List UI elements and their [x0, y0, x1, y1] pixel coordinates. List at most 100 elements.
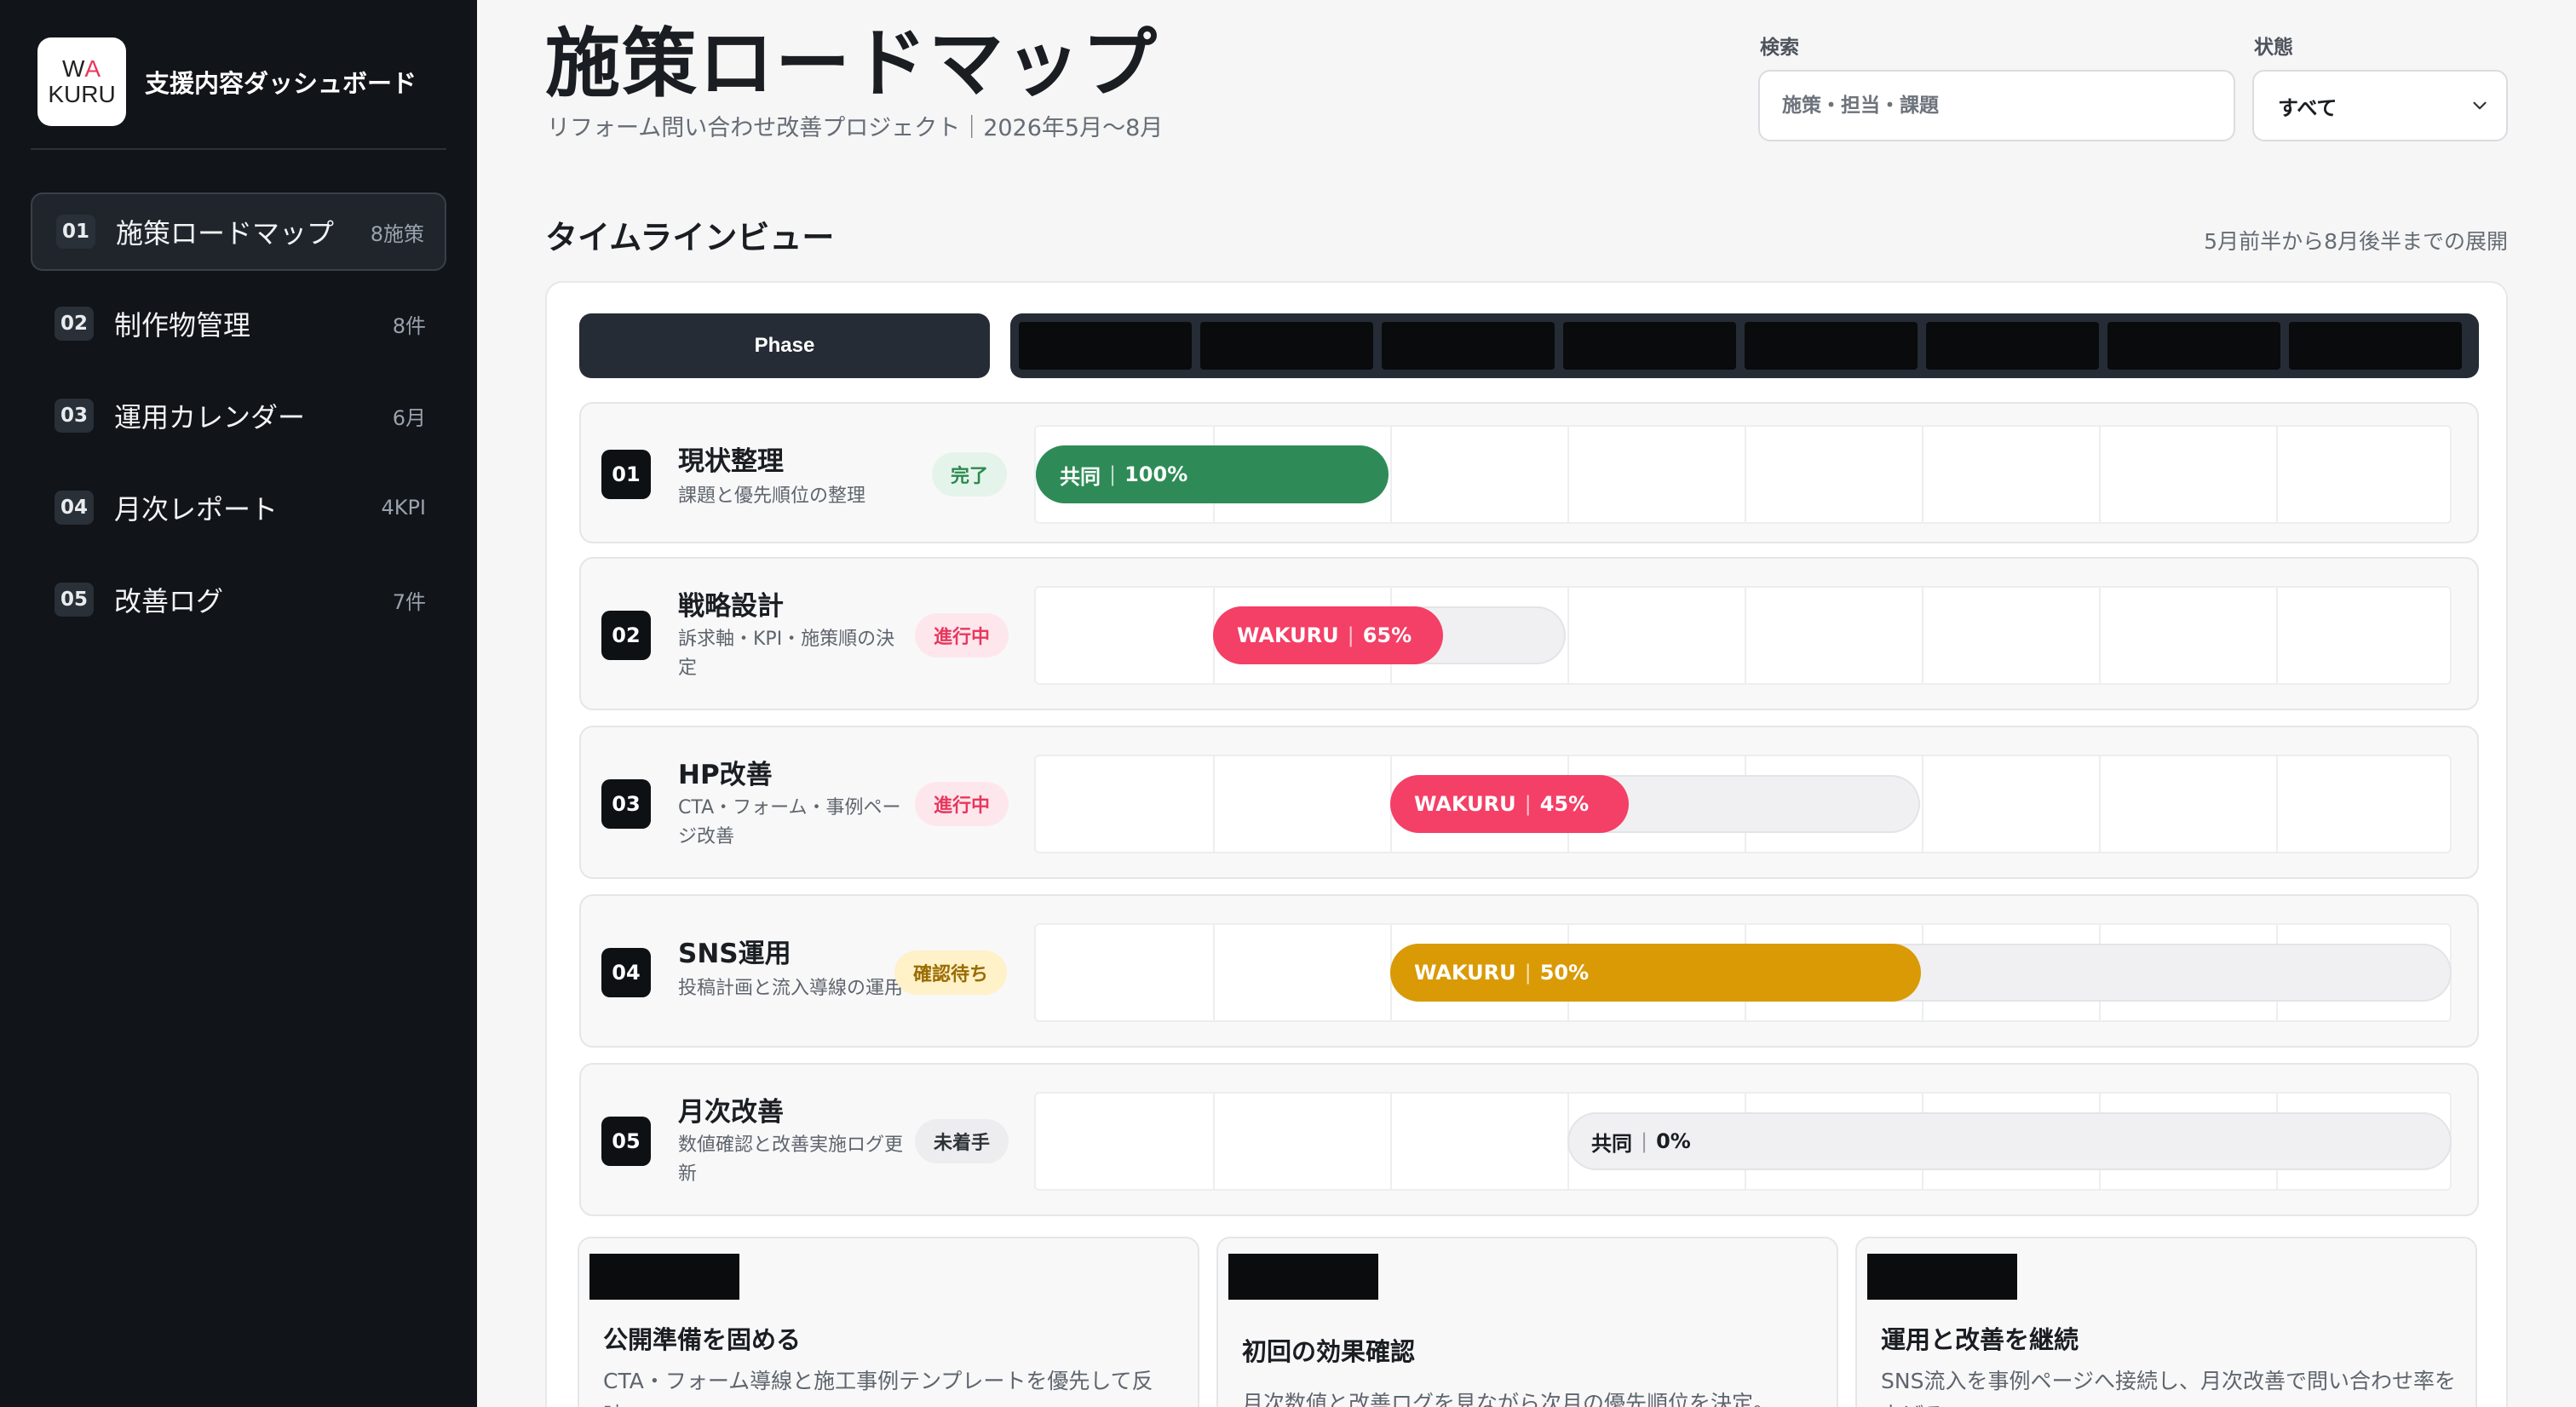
nav-count: 7件	[392, 589, 426, 614]
nav-count: 8件	[392, 313, 426, 338]
brand[interactable]: WA KURU 支援内容ダッシュボード	[37, 37, 417, 126]
progress-label: 45%	[1539, 792, 1590, 816]
summary-text: 月次数値と改善ログを見ながら次月の優先順位を決定。	[1242, 1391, 1775, 1407]
nav-number: 02	[55, 307, 94, 341]
summary-title: 初回の効果確認	[1242, 1337, 1416, 1366]
progress-track[interactable]: WAKURU | 45%	[1390, 775, 1920, 833]
summary-text: CTA・フォーム導線と施工事例テンプレートを優先して反映。	[603, 1369, 1153, 1407]
progress-fill: WAKURU | 50%	[1390, 944, 1921, 1002]
timeline-row[interactable]: 05 月次改善 数値確認と改善実施ログ更新 未着手 共同 | 0%	[579, 1063, 2479, 1216]
timeline-row[interactable]: 01 現状整理 課題と優先順位の整理 完了 共同 | 100%	[579, 402, 2479, 543]
separator: |	[1109, 462, 1117, 486]
search-label: 検索	[1760, 37, 1799, 59]
grid-line	[2099, 756, 2101, 852]
grid-line	[1567, 427, 1569, 522]
grid-line	[1745, 427, 1746, 522]
month-header-cell	[2289, 322, 2462, 370]
status-badge: 進行中	[915, 613, 1009, 658]
timeline-row[interactable]: 04 SNS運用 投稿計画と流入導線の運用 確認待ち WAKURU | 50%	[579, 894, 2479, 1048]
page-title: 施策ロードマップ	[545, 20, 1159, 107]
month-header-cell	[1926, 322, 2099, 370]
timeline-row[interactable]: 02 戦略設計 訴求軸・KPI・施策順の決定 進行中 WAKURU | 65%	[579, 557, 2479, 710]
grid-line	[1567, 588, 1569, 683]
progress-label: 0%	[1656, 1129, 1691, 1153]
month-header-cell	[1563, 322, 1736, 370]
phase-number: 05	[601, 1117, 651, 1166]
nav-label: 制作物管理	[114, 309, 251, 342]
month-header-cell	[1382, 322, 1555, 370]
grid-line	[1745, 588, 1746, 683]
phase-description: 投稿計画と流入導線の運用	[678, 978, 904, 999]
progress-track[interactable]: WAKURU | 65%	[1213, 606, 1566, 664]
phase-number: 03	[601, 779, 651, 829]
owner-label: 共同	[1060, 464, 1101, 489]
month-header-cell	[1019, 322, 1192, 370]
summary-card: 初回の効果確認 月次数値と改善ログを見ながら次月の優先順位を決定。	[1216, 1237, 1838, 1407]
chevron-down-icon	[2473, 101, 2487, 110]
sidebar: WA KURU 支援内容ダッシュボード 01 施策ロードマップ 8施策 02 制…	[0, 0, 477, 1407]
separator: |	[1524, 961, 1532, 985]
timeline-grid: 共同 | 100%	[1034, 425, 2452, 524]
phase-description: 訴求軸・KPI・施策順の決定	[678, 629, 895, 679]
phase-number: 04	[601, 948, 651, 997]
status-badge: 未着手	[915, 1119, 1009, 1163]
sidebar-nav: 01 施策ロードマップ 8施策 02 制作物管理 8件 03 運用カレンダー 6…	[31, 192, 446, 652]
phase-description: 課題と優先順位の整理	[678, 485, 866, 507]
progress-track[interactable]: WAKURU | 50%	[1390, 944, 2452, 1002]
grid-line	[2099, 588, 2101, 683]
status-select[interactable]: すべて	[2252, 70, 2508, 141]
nav-number: 03	[55, 399, 94, 433]
grid-line	[1390, 427, 1392, 522]
search-field[interactable]	[1758, 70, 2235, 141]
phase-number: 02	[601, 611, 651, 660]
section-note: 5月前半から8月後半までの展開	[2204, 229, 2508, 254]
phase-number: 01	[601, 450, 651, 499]
nav-number: 05	[55, 583, 94, 617]
owner-label: 共同	[1591, 1131, 1632, 1156]
status-select-value: すべて	[2278, 95, 2337, 120]
summary-text: SNS流入を事例ページへ接続し、月次改善で問い合わせ率を上げる。	[1881, 1369, 2456, 1407]
status-label: 状態	[2254, 37, 2293, 59]
summary-title: 運用と改善を継続	[1881, 1325, 2079, 1354]
status-badge: 完了	[932, 452, 1008, 497]
search-input[interactable]	[1782, 95, 2211, 117]
timeline-grid: WAKURU | 50%	[1034, 923, 2452, 1022]
sidebar-item-deliverables[interactable]: 02 制作物管理 8件	[31, 284, 446, 363]
progress-track[interactable]: 共同 | 0%	[1567, 1112, 2452, 1170]
month-header-cell	[1200, 322, 1373, 370]
timeline-grid: WAKURU | 45%	[1034, 755, 2452, 853]
progress-track[interactable]: 共同 | 100%	[1036, 445, 1389, 503]
nav-count: 8施策	[370, 221, 424, 246]
progress-fill: 共同 | 100%	[1036, 445, 1389, 503]
sidebar-item-roadmap[interactable]: 01 施策ロードマップ 8施策	[31, 192, 446, 271]
logo-text-a: A	[84, 55, 102, 82]
month-header-row	[1010, 313, 2479, 378]
wakuru-logo: WA KURU	[37, 37, 126, 126]
phase-description: 数値確認と改善実施ログ更新	[678, 1134, 904, 1185]
nav-label: 月次レポート	[114, 493, 279, 525]
timeline-row[interactable]: 03 HP改善 CTA・フォーム・事例ページ改善 進行中 WAKURU | 45%	[579, 726, 2479, 879]
timeline-grid: WAKURU | 65%	[1034, 586, 2452, 685]
grid-line	[1213, 1094, 1215, 1189]
grid-line	[2099, 427, 2101, 522]
summary-card: 公開準備を固める CTA・フォーム導線と施工事例テンプレートを優先して反映。	[578, 1237, 1199, 1407]
section-title: タイムラインビュー	[545, 219, 835, 256]
sidebar-item-monthly-report[interactable]: 04 月次レポート 4KPI	[31, 468, 446, 547]
sidebar-item-calendar[interactable]: 03 運用カレンダー 6月	[31, 376, 446, 455]
summary-title: 公開準備を固める	[603, 1325, 802, 1354]
timeline-grid: 共同 | 0%	[1034, 1092, 2452, 1191]
phase-name: 現状整理	[678, 446, 784, 477]
owner-label: WAKURU	[1237, 623, 1339, 647]
logo-text-kuru: KURU	[48, 81, 116, 107]
progress-fill: WAKURU | 45%	[1390, 775, 1629, 833]
page-subtitle: リフォーム問い合わせ改善プロジェクト｜2026年5月〜8月	[547, 115, 1164, 141]
nav-label: 改善ログ	[114, 585, 224, 617]
owner-label: WAKURU	[1414, 961, 1516, 985]
nav-label: 運用カレンダー	[114, 401, 306, 434]
grid-line	[2276, 588, 2278, 683]
redacted-label	[1867, 1254, 2017, 1300]
sidebar-divider	[31, 148, 446, 150]
month-header-cell	[2107, 322, 2280, 370]
logo-text-w: W	[61, 55, 85, 82]
sidebar-item-improvement-log[interactable]: 05 改善ログ 7件	[31, 560, 446, 639]
